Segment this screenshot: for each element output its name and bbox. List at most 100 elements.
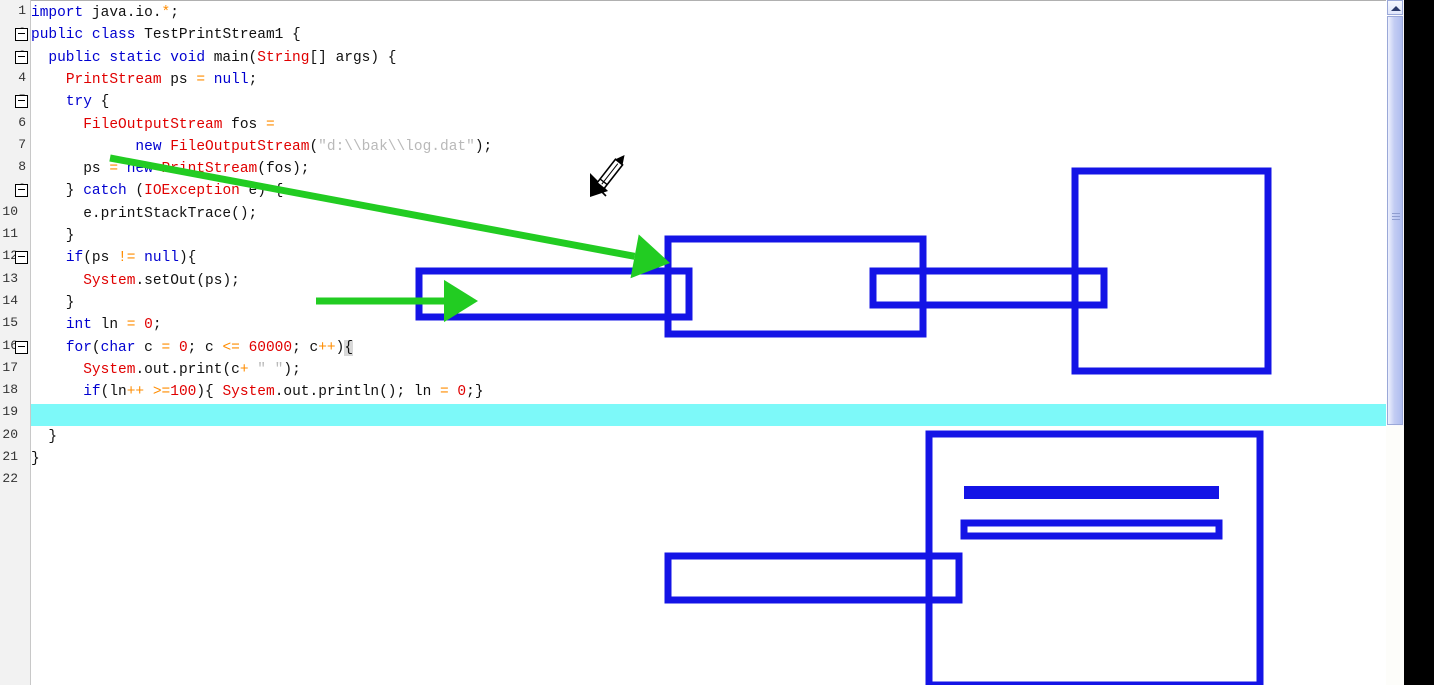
code-line[interactable]: System.setOut(ps);	[31, 270, 240, 292]
line-number: 6	[18, 114, 26, 130]
code-token: String	[257, 49, 310, 66]
code-token: =	[109, 161, 119, 178]
fold-toggle-minus-icon[interactable]	[15, 28, 28, 42]
code-token: ;	[152, 317, 162, 334]
code-token: ; c	[187, 339, 223, 356]
code-editor[interactable]: 12345678910111213141516171819202122 impo…	[0, 0, 1386, 685]
code-token: =	[265, 116, 275, 133]
code-token: null	[144, 250, 179, 267]
code-line[interactable]: new FileOutputStream("d:\\bak\\log.dat")…	[31, 136, 492, 158]
fold-toggle-minus-icon[interactable]	[15, 184, 28, 198]
code-token: (	[91, 339, 101, 356]
code-token: e) {	[239, 183, 284, 200]
code-token: {	[91, 94, 110, 111]
code-token: int	[65, 317, 92, 334]
code-line[interactable]: System.out.print(c+ " ");	[31, 359, 301, 381]
code-line[interactable]: }	[31, 448, 40, 470]
code-token: 100	[170, 384, 197, 401]
code-token: System	[222, 384, 275, 401]
code-token: }	[31, 183, 84, 200]
code-token: !=	[118, 250, 136, 267]
fold-toggle-minus-icon[interactable]	[15, 50, 28, 64]
line-number: 15	[2, 315, 18, 331]
code-line[interactable]: try {	[31, 91, 110, 113]
chevron-up-icon	[1391, 6, 1401, 11]
code-token: import	[31, 5, 92, 21]
code-line[interactable]: int ln = 0;	[31, 314, 162, 336]
fold-toggle-minus-icon[interactable]	[15, 95, 28, 109]
line-number: 18	[2, 382, 18, 398]
code-token: main(	[213, 49, 258, 66]
scroll-up-button[interactable]	[1387, 0, 1403, 15]
code-token: PrintStream	[65, 71, 162, 88]
fold-toggle-minus-icon[interactable]	[15, 251, 28, 265]
line-number: 22	[2, 471, 18, 487]
code-token: }	[31, 228, 75, 244]
code-token: fos	[222, 116, 266, 133]
code-text-area[interactable]: import java.io.*; public class TestPrintS…	[31, 0, 1386, 685]
code-token: .out.println(); ln	[274, 384, 441, 401]
code-token: 0	[457, 384, 467, 401]
code-token: =	[440, 384, 449, 401]
code-line[interactable]: e.printStackTrace();	[31, 203, 257, 225]
fold-toggle-minus-icon[interactable]	[15, 340, 28, 354]
code-line[interactable]: if(ps != null){	[31, 247, 197, 269]
code-token: TestPrintStream1 {	[144, 27, 301, 44]
code-token: public class	[31, 27, 145, 44]
code-token: for	[65, 339, 92, 356]
code-token: =	[196, 71, 206, 88]
code-token: *	[161, 5, 171, 21]
code-token: =	[161, 339, 171, 356]
code-token: catch	[83, 183, 127, 200]
scrollbar-grip-icon	[1392, 213, 1400, 220]
code-token: e.printStackTrace();	[31, 205, 258, 222]
code-line[interactable]: FileOutputStream fos =	[31, 114, 275, 136]
code-token: System	[83, 272, 136, 289]
code-token: +	[239, 361, 249, 378]
code-line[interactable]: } catch (IOException e) {	[31, 180, 284, 202]
code-token: ;}	[466, 384, 484, 401]
code-token: );	[283, 361, 301, 378]
code-token: " "	[257, 361, 284, 378]
line-number: 4	[18, 69, 26, 85]
scrollbar-below-area	[1386, 426, 1404, 685]
code-token: );	[474, 138, 493, 155]
code-line[interactable]: PrintStream ps = null;	[31, 69, 257, 91]
code-line[interactable]: }	[31, 225, 75, 247]
code-line[interactable]: if(ln++ >=100){ System.out.println(); ln…	[31, 381, 484, 403]
code-token: .setOut(ps);	[135, 272, 240, 289]
code-line[interactable]: }	[31, 292, 75, 314]
code-token: try	[65, 94, 92, 111]
code-token: if	[83, 384, 101, 401]
code-token: [] args) {	[309, 49, 397, 66]
line-number: 11	[2, 226, 18, 241]
code-token: (	[309, 138, 319, 155]
code-token: FileOutputStream	[83, 116, 223, 133]
code-line[interactable]: import java.io.*;	[31, 2, 179, 24]
code-line[interactable]: public static void main(String[] args) {	[31, 47, 396, 69]
code-token: }	[31, 451, 40, 467]
code-token: c	[135, 339, 162, 356]
code-line[interactable]: ps = new PrintStream(fos);	[31, 158, 309, 180]
scrollbar-thumb[interactable]	[1387, 16, 1403, 425]
code-token: ;	[248, 71, 258, 88]
code-token: new	[126, 161, 162, 178]
line-number: 17	[2, 359, 18, 375]
code-line[interactable]: for(char c = 0; c <= 60000; c++){	[31, 337, 354, 359]
code-token: public static void	[48, 49, 214, 66]
code-token: ){	[196, 384, 223, 401]
code-line[interactable]: }	[31, 426, 57, 448]
code-token: ++	[318, 339, 336, 356]
code-token: {	[344, 339, 354, 356]
code-line[interactable]: public class TestPrintStream1 {	[31, 24, 301, 46]
